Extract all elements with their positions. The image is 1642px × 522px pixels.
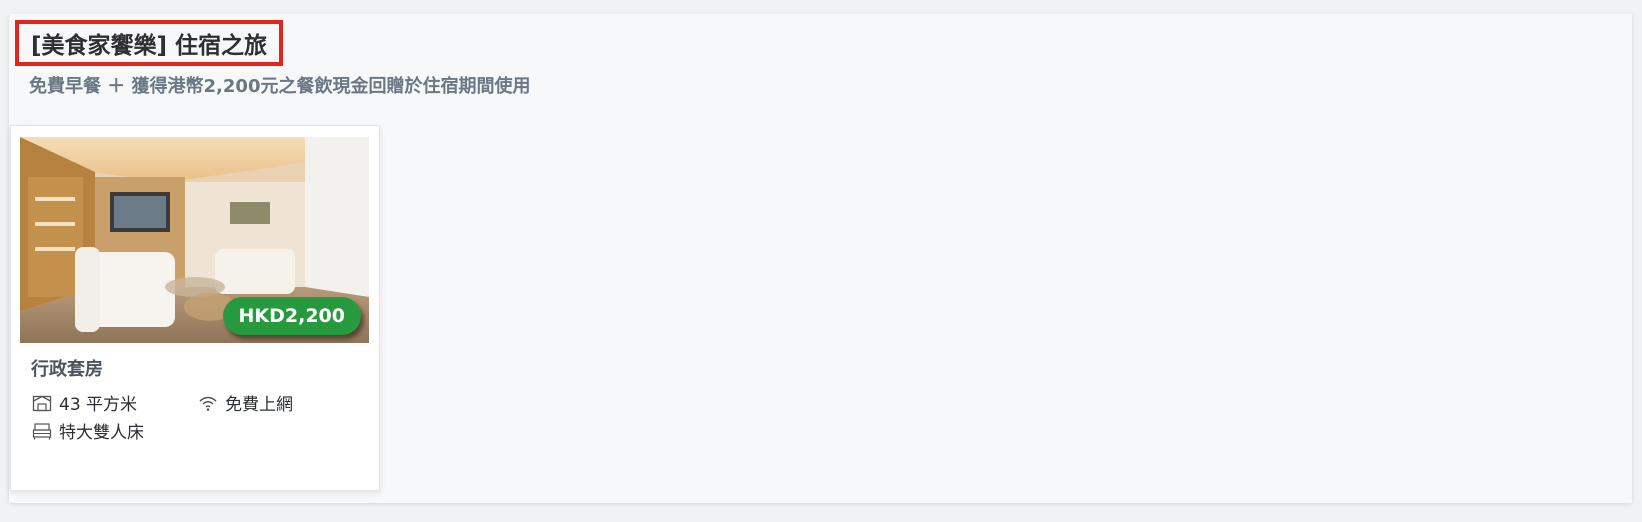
room-name[interactable]: 行政套房 bbox=[31, 355, 103, 381]
package-title: [美食家饗樂] 住宿之旅 bbox=[15, 20, 284, 66]
package-panel: [美食家饗樂] 住宿之旅 免費早餐 ＋ 獲得港幣2,200元之餐飲現金回贈於住宿… bbox=[9, 14, 1632, 503]
package-title-text: [美食家饗樂] 住宿之旅 bbox=[31, 33, 268, 59]
bed-text: 特大雙人床 bbox=[59, 423, 144, 443]
room-size-text: 43 平方米 bbox=[59, 395, 138, 415]
price-badge: HKD2,200 bbox=[222, 297, 361, 335]
room-card[interactable]: HKD2,200 行政套房 43 平方米 免費上網 特大雙人床 bbox=[10, 125, 380, 491]
room-wifi: 免費上網 bbox=[197, 390, 293, 415]
wifi-icon bbox=[197, 392, 219, 414]
wifi-text: 免費上網 bbox=[225, 395, 293, 415]
package-subtitle: 免費早餐 ＋ 獲得港幣2,200元之餐飲現金回贈於住宿期間使用 bbox=[29, 76, 531, 97]
room-bed: 特大雙人床 bbox=[31, 418, 144, 443]
room-size: 43 平方米 bbox=[31, 390, 137, 415]
bed-icon bbox=[31, 420, 53, 442]
room-size-icon bbox=[31, 392, 53, 414]
room-photo[interactable]: HKD2,200 bbox=[20, 137, 369, 343]
